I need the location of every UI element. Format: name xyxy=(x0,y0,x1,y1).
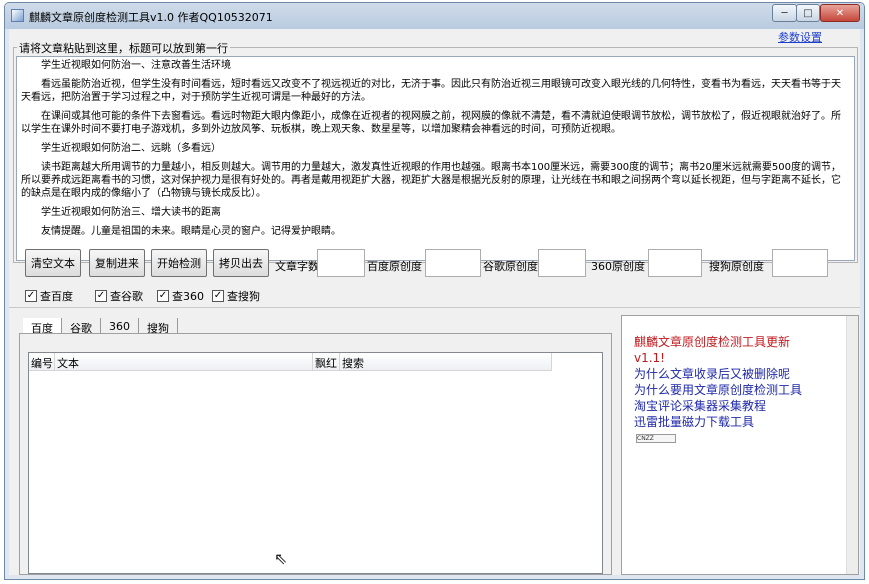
column-header-text[interactable]: 文本 xyxy=(55,353,313,370)
window-title: 麒麟文章原创度检测工具v1.0 作者QQ10532071 xyxy=(29,11,273,24)
minimize-button[interactable]: ─ xyxy=(772,4,797,22)
checkbox-label: 查百度 xyxy=(40,290,73,303)
section-divider xyxy=(9,307,860,308)
article-paragraph: 看远虽能防治近视，但学生没有时间看远，短时看远又改变不了视远视近的对比，无济于事… xyxy=(21,79,841,103)
checkbox-mark: ✓ xyxy=(157,290,169,302)
google-originality-field[interactable] xyxy=(538,249,586,277)
article-textarea[interactable]: 学生近视眼如何防治一、注意改善生活环境 看远虽能防治近视，但学生没有时间看远，短… xyxy=(16,56,855,261)
baidu-originality-label: 百度原创度 xyxy=(367,260,422,273)
title-bar[interactable]: 麒麟文章原创度检测工具v1.0 作者QQ10532071 ─ □ ✕ xyxy=(5,3,864,29)
so360-originality-field[interactable] xyxy=(648,249,702,277)
column-header-search[interactable]: 搜索 xyxy=(340,353,552,370)
checkbox-mark: ✓ xyxy=(212,290,224,302)
news-link[interactable]: 为什么要用文章原创度检测工具 xyxy=(634,382,802,398)
word-count-label: 文章字数 xyxy=(275,260,319,273)
news-scrollbar[interactable] xyxy=(846,316,858,574)
article-paragraph: 学生近视眼如何防治二、远眺（多看远） xyxy=(41,143,221,154)
maximize-button[interactable]: □ xyxy=(796,4,820,22)
news-list: 麒麟文章原创度检测工具更新 v1.1! 为什么文章收录后又被删除呢 为什么要用文… xyxy=(634,334,802,430)
check-baidu-checkbox[interactable]: ✓ 查百度 xyxy=(25,288,73,304)
settings-link[interactable]: 参数设置 xyxy=(778,29,822,45)
news-link[interactable]: 迅雷批量磁力下载工具 xyxy=(634,414,802,430)
copy-out-button[interactable]: 拷贝出去 xyxy=(213,249,269,277)
paste-in-button[interactable]: 复制进来 xyxy=(89,249,145,277)
mouse-cursor-icon: ⇖ xyxy=(274,549,288,568)
checkbox-mark: ✓ xyxy=(95,290,107,302)
so360-originality-label: 360原创度 xyxy=(591,260,645,273)
article-paragraph: 友情提醒。儿童是祖国的未来。眼睛是心灵的窗户。记得爱护眼睛。 xyxy=(41,226,341,237)
news-panel: 麒麟文章原创度检测工具更新 v1.1! 为什么文章收录后又被删除呢 为什么要用文… xyxy=(621,315,859,575)
close-button[interactable]: ✕ xyxy=(820,4,860,22)
checkbox-label: 查360 xyxy=(172,290,204,303)
tab-content: 编号 文本 飘红 搜索 xyxy=(19,333,612,575)
word-count-field[interactable] xyxy=(317,249,365,277)
article-paragraph: 在课间或其他可能的条件下去窗看远。看远时物距大眼内像距小，成像在近视者的视网膜之… xyxy=(21,111,841,135)
article-group-legend: 请将文章粘贴到这里，标题可以放到第一行 xyxy=(17,40,230,56)
google-originality-label: 谷歌原创度 xyxy=(483,260,538,273)
app-window: 麒麟文章原创度检测工具v1.0 作者QQ10532071 ─ □ ✕ 参数设置 … xyxy=(4,2,865,580)
baidu-originality-field[interactable] xyxy=(425,249,481,277)
checkbox-label: 查谷歌 xyxy=(110,290,143,303)
news-link[interactable]: 为什么文章收录后又被删除呢 xyxy=(634,366,802,382)
article-paragraph: 学生近视眼如何防治一、注意改善生活环境 xyxy=(41,60,231,71)
clear-text-button[interactable]: 清空文本 xyxy=(25,249,81,277)
news-link[interactable]: 淘宝评论采集器采集教程 xyxy=(634,398,802,414)
check-sogou-checkbox[interactable]: ✓ 查搜狗 xyxy=(212,288,260,304)
app-icon xyxy=(11,9,24,22)
article-paragraph: 读书距离越大所用调节的力量越小，相反则越大。调节用的力量越大，激发真性近视眼的作… xyxy=(21,162,841,199)
checkbox-mark: ✓ xyxy=(25,290,37,302)
column-header-highlight[interactable]: 飘红 xyxy=(313,353,340,370)
article-paragraph: 学生近视眼如何防治三、增大读书的距离 xyxy=(41,207,221,218)
sogou-originality-label: 搜狗原创度 xyxy=(709,260,764,273)
start-check-button[interactable]: 开始检测 xyxy=(151,249,207,277)
check-360-checkbox[interactable]: ✓ 查360 xyxy=(157,288,204,304)
checkbox-label: 查搜狗 xyxy=(227,290,260,303)
client-area: 参数设置 请将文章粘贴到这里，标题可以放到第一行 学生近视眼如何防治一、注意改善… xyxy=(9,29,860,575)
news-title-version[interactable]: v1.1! xyxy=(634,350,802,366)
results-list[interactable]: 编号 文本 飘红 搜索 xyxy=(28,352,603,574)
check-google-checkbox[interactable]: ✓ 查谷歌 xyxy=(95,288,143,304)
article-group: 请将文章粘贴到这里，标题可以放到第一行 学生近视眼如何防治一、注意改善生活环境 … xyxy=(13,40,858,263)
cnzz-badge[interactable]: CNZZ xyxy=(636,434,676,443)
news-title[interactable]: 麒麟文章原创度检测工具更新 xyxy=(634,334,802,350)
results-header: 编号 文本 飘红 搜索 xyxy=(29,353,552,371)
column-header-id[interactable]: 编号 xyxy=(29,353,55,370)
sogou-originality-field[interactable] xyxy=(772,249,828,277)
